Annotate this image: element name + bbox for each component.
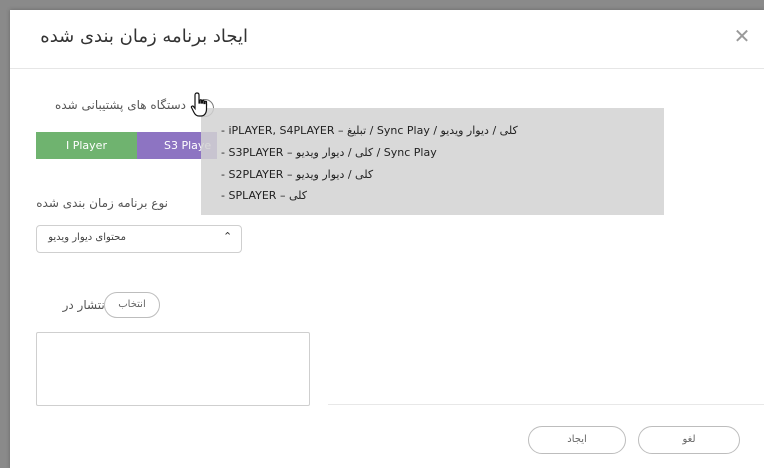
chevron-up-icon: ⌃	[223, 230, 233, 243]
supported-devices-tooltip: - iPLAYER, S4PLAYER – تبلیغ / Sync Play …	[201, 108, 664, 215]
create-button[interactable]: ایجاد	[528, 426, 626, 454]
footer-divider	[328, 404, 764, 405]
cancel-button[interactable]: لغو	[638, 426, 740, 454]
tooltip-line: - iPLAYER, S4PLAYER – تبلیغ / Sync Play …	[221, 124, 518, 137]
publish-targets-box[interactable]	[36, 332, 310, 406]
hand-cursor-icon	[190, 92, 208, 117]
schedule-type-dropdown[interactable]: محتوای دیوار ویدیو ⌃	[36, 225, 242, 253]
schedule-type-value: محتوای دیوار ویدیو	[48, 232, 126, 243]
publish-on-label: انتشار در	[62, 298, 108, 312]
device-segment-iplayer: I Player	[36, 132, 137, 159]
create-schedule-dialog: ✕ ایجاد برنامه زمان بندی شده دستگاه های …	[10, 10, 764, 468]
schedule-type-label: نوع برنامه زمان بندی شده	[36, 196, 168, 210]
tooltip-line: - S2PLAYER – کلی / دیوار ویدیو	[221, 168, 374, 181]
supported-devices-label: دستگاه های پشتیبانی شده	[55, 98, 186, 112]
dialog-header: ✕ ایجاد برنامه زمان بندی شده	[10, 10, 764, 69]
tooltip-line: - S3PLAYER – کلی / دیوار ویدیو / Sync Pl…	[221, 146, 437, 159]
close-icon[interactable]: ✕	[732, 26, 752, 46]
tooltip-line: - SPLAYER – کلی	[221, 189, 307, 202]
dialog-title: ایجاد برنامه زمان بندی شده	[40, 26, 248, 47]
select-button[interactable]: انتخاب	[104, 292, 160, 318]
